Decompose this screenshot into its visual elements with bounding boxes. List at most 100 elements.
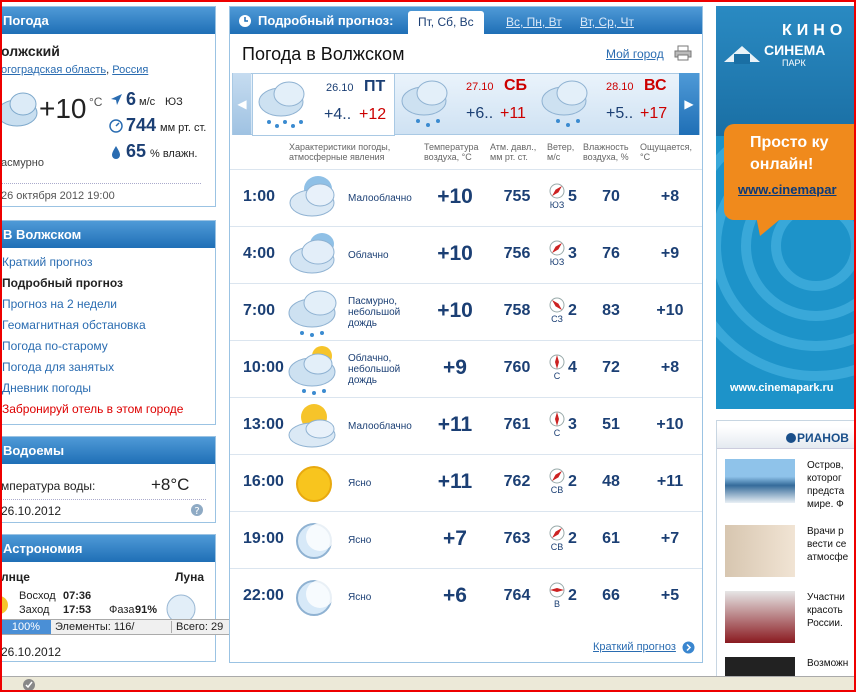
water-date: 26.10.2012	[1, 504, 62, 518]
prev-days-arrow-icon[interactable]: ◀	[233, 73, 251, 135]
row-wind-direction: ЮЗ	[549, 200, 565, 210]
wind-direction-icon	[549, 354, 565, 370]
row-condition: Малооблачно	[348, 192, 412, 204]
sun-icon	[296, 466, 332, 502]
news-text: Остров, которог предста мире. Ф	[807, 460, 845, 510]
row-wind-direction: С	[553, 371, 561, 381]
country-link[interactable]: Россия	[112, 64, 148, 76]
day-temp-max: +12	[359, 106, 387, 123]
news-item[interactable]: Участни красоть России.	[725, 591, 855, 643]
my-city-link[interactable]: Мой город	[606, 47, 664, 61]
day-temp-min: +5..	[606, 105, 634, 122]
row-wind-speed: 2	[568, 473, 577, 490]
row-wind-speed: 2	[568, 530, 577, 547]
day-card-sat[interactable]: 27.10 СБ +6.. +11	[396, 73, 539, 135]
moon-label: Луна	[175, 570, 205, 584]
row-pressure: 762	[503, 473, 531, 490]
news-item[interactable]: Остров, которог предста мире. Ф	[725, 459, 855, 510]
day-of-week: СБ	[504, 77, 528, 94]
row-feels-like: +11	[656, 473, 684, 490]
row-condition: Облачно	[348, 249, 389, 261]
row-pressure: 755	[503, 188, 531, 205]
row-wind-direction: С	[553, 428, 561, 438]
row-temperature: +7	[443, 527, 467, 550]
menu-two-weeks[interactable]: Прогноз на 2 недели	[0, 294, 215, 315]
row-feels-like: +10	[656, 302, 684, 319]
forecast-row: 22:00 Ясно +6 764 В 2 66 +5	[230, 568, 702, 625]
print-icon[interactable]	[674, 45, 692, 61]
menu-geomagnetic[interactable]: Геомагнитная обстановка	[0, 315, 215, 336]
tab-sun-mon-tue[interactable]: Вс, Пн, Вт	[496, 11, 572, 34]
table-header: Характеристики погоды, атмосферные явлен…	[230, 139, 702, 169]
row-feels-like: +8	[660, 188, 680, 205]
overcast-cloud-icon	[0, 92, 38, 127]
astronomy-panel: Астрономия лнце Луна Восход 07:36 Заход …	[0, 534, 216, 662]
forecast-header: Подробный прогноз: Пт, Сб, Вс Вс, Пн, Вт…	[230, 7, 702, 34]
cloudy-night-icon	[289, 233, 335, 274]
tab-fri-sat-sun[interactable]: Пт, Сб, Вс	[408, 11, 484, 34]
forecast-row: 19:00 Ясно +7 763 СВ 2 61 +7	[230, 511, 702, 568]
row-time: 1:00	[243, 188, 276, 205]
wind-direction: ЮЗ	[165, 96, 183, 108]
wind-direction-icon	[549, 468, 565, 484]
wind-direction-icon	[549, 525, 565, 541]
day-card-sun[interactable]: 28.10 ВС +5.. +17	[536, 73, 679, 135]
short-forecast-link[interactable]: Краткий прогноз	[593, 641, 676, 653]
day-card-fri[interactable]: 26.10 ПТ +4.. +12	[252, 73, 395, 136]
help-icon[interactable]: ?	[190, 503, 204, 517]
row-condition: Ясно	[348, 591, 372, 603]
row-pressure: 761	[503, 416, 531, 433]
forecast-row: 16:00 Ясно +11 762 СВ 2 48 +11	[230, 454, 702, 511]
wind-arrow-icon	[111, 94, 122, 105]
day-date: 28.10	[606, 81, 634, 93]
menu-detailed-forecast[interactable]: Подробный прогноз	[0, 273, 215, 294]
pressure-gauge-icon	[109, 119, 123, 133]
ad-promo-url[interactable]: www.cinemapar	[738, 182, 837, 197]
arrow-right-circle-icon[interactable]	[682, 641, 695, 654]
overcast-rain-icon	[288, 290, 337, 337]
region-link[interactable]: огоградская область	[1, 64, 106, 76]
ad-footer-url[interactable]: www.cinemapark.ru	[730, 382, 834, 394]
row-humidity: 72	[602, 359, 620, 376]
row-temperature: +9	[443, 356, 467, 379]
menu-old-style[interactable]: Погода по-старому	[0, 336, 215, 357]
row-wind-speed: 2	[568, 302, 577, 319]
row-temperature: +6	[443, 584, 467, 607]
tab-tue-wed-thu[interactable]: Вт, Ср, Чт	[570, 11, 644, 34]
row-wind-speed: 5	[568, 188, 577, 205]
news-item[interactable]: Врачи р вести се атмосфе	[725, 525, 855, 577]
sunset-label: Заход	[19, 604, 50, 616]
row-wind-direction: ЮЗ	[549, 257, 565, 267]
ad-promo-text: Просто ку онлайн!	[750, 134, 829, 173]
wind-direction-icon	[549, 183, 565, 199]
row-temperature: +11	[437, 413, 473, 436]
news-brand[interactable]: РИАНОВ	[797, 431, 849, 445]
sunrise-time: 07:36	[63, 590, 92, 602]
humidity-value: 65	[126, 141, 147, 161]
row-time: 10:00	[243, 359, 284, 376]
day-date: 26.10	[326, 82, 354, 94]
menu-hotel[interactable]: Забронируй отель в этом городе	[0, 399, 215, 420]
row-feels-like: +7	[660, 530, 680, 547]
menu-busy[interactable]: Погода для занятых	[0, 357, 215, 378]
sunset-time: 17:53	[63, 604, 92, 616]
city-menu-header: В Волжском	[0, 221, 215, 248]
pressure-unit: мм рт. ст.	[160, 122, 207, 134]
col-humidity: Влажность воздуха, %	[583, 142, 629, 162]
day-temp-max: +11	[500, 105, 526, 122]
row-feels-like: +5	[660, 587, 680, 604]
status-icon[interactable]	[22, 678, 36, 692]
next-days-arrow-icon[interactable]: ▶	[679, 73, 699, 135]
news-text: Участни красоть России.	[807, 592, 845, 629]
news-thumbnail	[725, 525, 795, 577]
menu-short-forecast[interactable]: Краткий прогноз	[0, 252, 215, 273]
city-menu-panel: В Волжском Краткий прогноз Подробный про…	[0, 220, 216, 425]
row-wind-direction: СВ	[550, 542, 564, 552]
cinema-ad-banner[interactable]: КИНО СИНЕМА ПАРК Просто ку онлайн! www.c…	[716, 6, 856, 409]
menu-diary[interactable]: Дневник погоды	[0, 378, 215, 399]
sunrise-label: Восход	[19, 590, 56, 602]
moon-icon	[296, 523, 334, 559]
news-thumbnail	[725, 459, 795, 503]
humidity-unit: % влажн.	[150, 148, 198, 160]
ria-logo-icon	[786, 433, 796, 443]
